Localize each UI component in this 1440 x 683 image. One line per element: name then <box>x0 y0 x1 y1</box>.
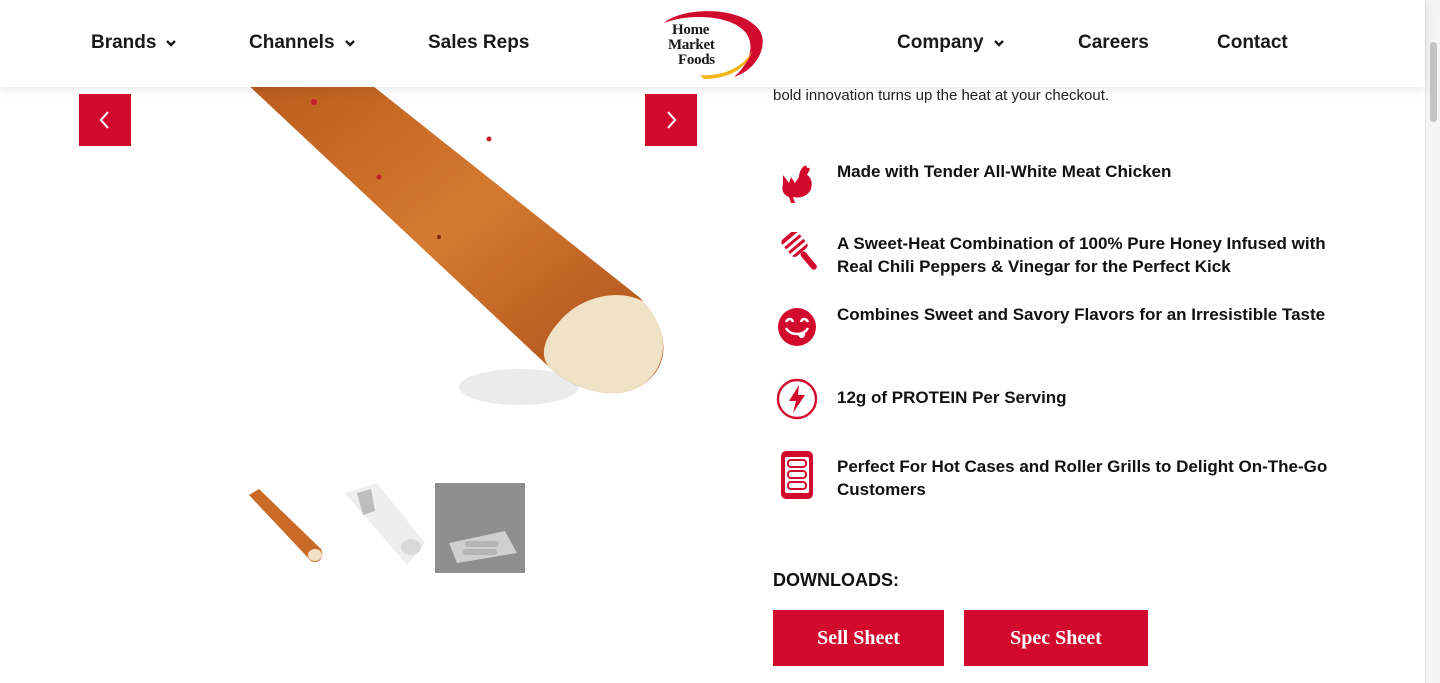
lightning-icon <box>773 375 821 423</box>
thumbnail-package-image <box>345 483 425 565</box>
next-image-button[interactable] <box>645 94 697 146</box>
feature-text: A Sweet-Heat Combination of 100% Pure Ho… <box>837 234 1326 276</box>
product-intro-text: bold innovation turns up the heat at you… <box>773 87 1110 104</box>
tongue-smile-icon <box>773 303 821 351</box>
nav-brands[interactable]: Brands <box>91 32 177 54</box>
site-header: Brands Channels Sales Reps Home Market F… <box>0 0 1425 87</box>
nav-channels[interactable]: Channels <box>249 32 356 54</box>
honey-dipper-icon <box>773 232 821 280</box>
chevron-down-icon <box>344 40 355 47</box>
thumbnail-strip <box>239 483 525 573</box>
feature-text: 12g of PROTEIN Per Serving <box>837 388 1067 407</box>
nav-company-label: Company <box>897 32 984 53</box>
nav-brands-label: Brands <box>91 32 157 53</box>
chevron-left-icon <box>99 111 109 129</box>
feature-text: Made with Tender All-White Meat Chicken <box>837 162 1172 181</box>
logo-line3: Foods <box>678 52 715 68</box>
logo-line2: Market <box>668 37 715 53</box>
prev-image-button[interactable] <box>79 94 131 146</box>
nav-careers[interactable]: Careers <box>1078 32 1149 54</box>
thumbnail-1[interactable] <box>239 483 329 573</box>
thumbnail-3[interactable] <box>435 483 525 573</box>
feature-item: Combines Sweet and Savory Flavors for an… <box>773 303 1347 351</box>
chicken-icon <box>773 160 821 208</box>
chevron-down-icon <box>166 40 177 47</box>
feature-text: Perfect For Hot Cases and Roller Grills … <box>837 457 1328 499</box>
spec-sheet-button[interactable]: Spec Sheet <box>964 610 1148 666</box>
feature-item: 12g of PROTEIN Per Serving <box>773 375 1347 423</box>
chevron-right-icon <box>667 111 677 129</box>
nav-sales-reps-label: Sales Reps <box>428 32 530 53</box>
chicken-stick-image <box>250 87 664 405</box>
feature-item: A Sweet-Heat Combination of 100% Pure Ho… <box>773 232 1347 280</box>
nav-careers-label: Careers <box>1078 32 1149 53</box>
scrollbar-thumb[interactable] <box>1430 42 1437 122</box>
nav-contact[interactable]: Contact <box>1217 32 1288 54</box>
chevron-down-icon <box>993 40 1004 47</box>
nav-sales-reps[interactable]: Sales Reps <box>428 32 529 54</box>
feature-item: Perfect For Hot Cases and Roller Grills … <box>773 451 1347 501</box>
feature-text: Combines Sweet and Savory Flavors for an… <box>837 305 1326 324</box>
logo-line1: Home <box>672 22 710 38</box>
nav-channels-label: Channels <box>249 32 335 53</box>
page-scrollbar[interactable] <box>1425 0 1440 683</box>
thumbnail-stick-image <box>249 489 323 563</box>
nav-company[interactable]: Company <box>897 32 1005 54</box>
roller-grill-icon <box>773 451 821 500</box>
feature-item: Made with Tender All-White Meat Chicken <box>773 160 1347 208</box>
nav-contact-label: Contact <box>1217 32 1288 53</box>
product-main-image <box>79 87 697 447</box>
home-market-foods-logo[interactable]: Home Market Foods <box>660 9 766 81</box>
thumbnail-plated-image <box>435 483 525 573</box>
product-gallery <box>79 87 697 607</box>
sell-sheet-button[interactable]: Sell Sheet <box>773 610 944 666</box>
logo-wordmark: Home Market Foods <box>668 23 715 68</box>
downloads-title: DOWNLOADS: <box>773 570 899 590</box>
thumbnail-2[interactable] <box>337 483 427 573</box>
